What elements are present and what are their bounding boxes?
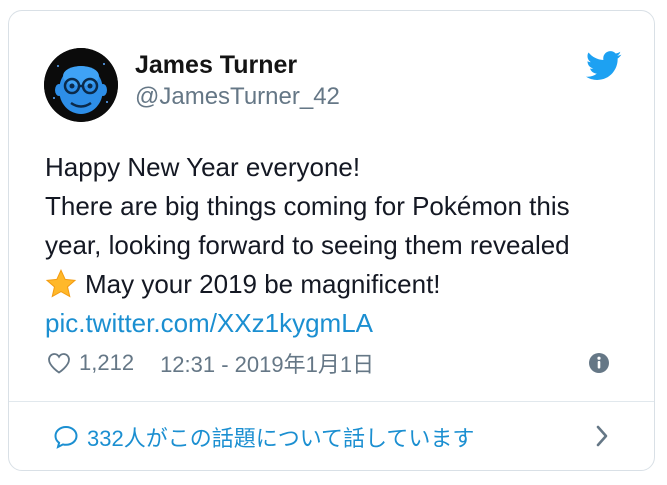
info-circle-icon[interactable] — [588, 352, 610, 374]
star-emoji-icon — [45, 269, 77, 298]
tweet-media-link[interactable]: pic.twitter.com/XXz1kygmLA — [45, 304, 645, 343]
heart-outline-icon[interactable] — [47, 352, 71, 374]
tweet-line-last: May your 2019 be magnificent! — [45, 265, 645, 304]
conversation-link[interactable]: 332人がこの話題について話しています — [53, 421, 474, 453]
like-count[interactable]: 1,212 — [79, 350, 134, 376]
avatar[interactable] — [44, 48, 118, 122]
chevron-right-icon[interactable] — [594, 424, 610, 448]
tweet-last-line-text: May your 2019 be magnificent! — [85, 269, 441, 299]
tweet-line: There are big things coming for Pokémon … — [45, 191, 570, 221]
tweet-text: Happy New Year everyone! There are big t… — [45, 148, 645, 343]
twitter-bird-icon[interactable] — [586, 51, 622, 81]
author-name[interactable]: James Turner — [135, 51, 297, 80]
tweet-card[interactable]: James Turner @JamesTurner_42 Happy New Y… — [8, 10, 655, 471]
tweet-timestamp[interactable]: 12:31 - 2019年1月1日 — [160, 347, 374, 379]
author-handle[interactable]: @JamesTurner_42 — [135, 83, 340, 111]
tweet-line: Happy New Year everyone! — [45, 152, 361, 182]
speech-bubble-icon — [54, 425, 78, 449]
conversation-label[interactable]: 332人がこの話題について話しています — [87, 421, 474, 453]
tweet-line: year, looking forward to seeing them rev… — [45, 230, 570, 260]
avatar-blue-face-icon — [44, 48, 118, 122]
tweet-meta: 1,212 12:31 - 2019年1月1日 — [47, 347, 374, 379]
divider — [9, 401, 654, 402]
